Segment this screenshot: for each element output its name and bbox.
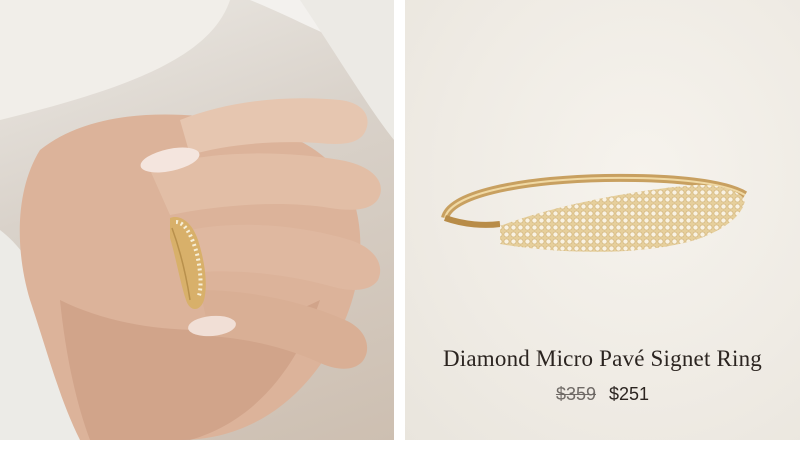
shirt-fabric-upper [0, 0, 230, 120]
product-image[interactable] [405, 0, 800, 340]
product-card-pair: Diamond Micro Pavé Signet Ring $359 $251 [0, 0, 800, 451]
price-sale: $251 [609, 384, 650, 404]
price-row: $359 $251 [405, 384, 800, 405]
price-original: $359 [555, 384, 596, 404]
product-title[interactable]: Diamond Micro Pavé Signet Ring [405, 346, 800, 372]
lifestyle-photo[interactable] [0, 0, 394, 440]
product-card[interactable]: Diamond Micro Pavé Signet Ring $359 $251 [405, 0, 800, 440]
lifestyle-illustration [0, 0, 394, 440]
ring-product [441, 173, 748, 252]
